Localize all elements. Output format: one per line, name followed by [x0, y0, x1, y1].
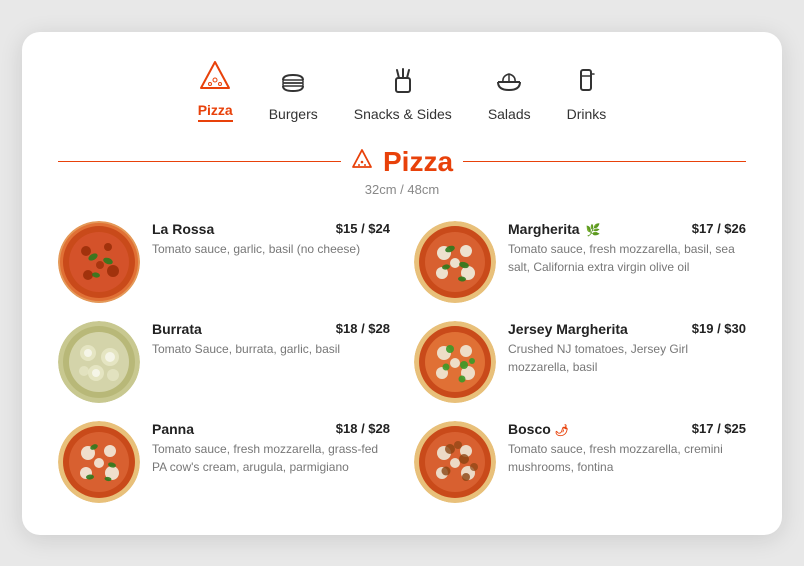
spicy-badge: 🌶 [555, 425, 569, 437]
name-price-row: Burrata $18 / $28 [152, 321, 390, 337]
veg-badge: 🌿 [585, 223, 600, 237]
nav-drinks-label: Drinks [567, 106, 607, 122]
burger-icon [277, 64, 309, 100]
divider-left [58, 161, 341, 163]
section-pizza-icon [351, 148, 373, 176]
menu-item-bosco: Bosco 🌶 $17 / $25 Tomato sauce, fresh mo… [414, 421, 746, 503]
pizza-image-bosco [414, 421, 496, 503]
menu-item-jersey-margherita: Jersey Margherita $19 / $30 Crushed NJ t… [414, 321, 746, 403]
divider-right [463, 161, 746, 163]
nav-drinks[interactable]: Drinks [567, 64, 607, 122]
pizza-icon [199, 60, 231, 96]
category-nav: Pizza Burgers Sn [58, 60, 746, 122]
pizza-image-jersey-margherita [414, 321, 496, 403]
nav-salads[interactable]: Salads [488, 64, 531, 122]
menu-item-margherita: Margherita 🌿 $17 / $26 Tomato sauce, fre… [414, 221, 746, 303]
name-price-row: La Rossa $15 / $24 [152, 221, 390, 237]
menu-item-burrata: Burrata $18 / $28 Tomato Sauce, burrata,… [58, 321, 390, 403]
name-price-row: Bosco 🌶 $17 / $25 [508, 421, 746, 437]
menu-item-info-jersey: Jersey Margherita $19 / $30 Crushed NJ t… [508, 321, 746, 376]
nav-snacks[interactable]: Snacks & Sides [354, 64, 452, 122]
menu-item-info-panna: Panna $18 / $28 Tomato sauce, fresh mozz… [152, 421, 390, 476]
drink-icon [570, 64, 602, 100]
pizza-image-panna [58, 421, 140, 503]
menu-item-info-margherita: Margherita 🌿 $17 / $26 Tomato sauce, fre… [508, 221, 746, 276]
name-price-row: Jersey Margherita $19 / $30 [508, 321, 746, 337]
item-name: Panna [152, 421, 194, 437]
item-price: $17 / $25 [692, 421, 746, 436]
nav-salads-label: Salads [488, 106, 531, 122]
item-name: Bosco 🌶 [508, 421, 569, 437]
pizza-image-la-rossa [58, 221, 140, 303]
salad-icon [493, 64, 525, 100]
item-desc: Tomato sauce, fresh mozzarella, basil, s… [508, 240, 746, 276]
item-desc: Tomato sauce, fresh mozzarella, cremini … [508, 440, 746, 476]
item-price: $17 / $26 [692, 221, 746, 236]
item-desc: Tomato sauce, garlic, basil (no cheese) [152, 240, 390, 258]
pizza-image-burrata [58, 321, 140, 403]
item-price: $19 / $30 [692, 321, 746, 336]
menu-grid: La Rossa $15 / $24 Tomato sauce, garlic,… [58, 221, 746, 503]
item-price: $18 / $28 [336, 421, 390, 436]
section-header: Pizza [58, 146, 746, 178]
name-price-row: Panna $18 / $28 [152, 421, 390, 437]
menu-item-info-burrata: Burrata $18 / $28 Tomato Sauce, burrata,… [152, 321, 390, 358]
menu-card: Pizza Burgers Sn [22, 32, 782, 535]
nav-snacks-label: Snacks & Sides [354, 106, 452, 122]
nav-burgers-label: Burgers [269, 106, 318, 122]
item-name: Jersey Margherita [508, 321, 628, 337]
nav-pizza[interactable]: Pizza [198, 60, 233, 122]
nav-burgers[interactable]: Burgers [269, 64, 318, 122]
section-title: Pizza [383, 146, 453, 178]
section-subtitle: 32cm / 48cm [58, 182, 746, 197]
item-price: $15 / $24 [336, 221, 390, 236]
menu-item-la-rossa: La Rossa $15 / $24 Tomato sauce, garlic,… [58, 221, 390, 303]
item-desc: Tomato sauce, fresh mozzarella, grass-fe… [152, 440, 390, 476]
nav-pizza-label: Pizza [198, 102, 233, 122]
item-name: La Rossa [152, 221, 214, 237]
item-desc: Tomato Sauce, burrata, garlic, basil [152, 340, 390, 358]
menu-item-info-bosco: Bosco 🌶 $17 / $25 Tomato sauce, fresh mo… [508, 421, 746, 476]
item-desc: Crushed NJ tomatoes, Jersey Girl mozzare… [508, 340, 746, 376]
menu-item-info-la-rossa: La Rossa $15 / $24 Tomato sauce, garlic,… [152, 221, 390, 258]
pizza-image-margherita [414, 221, 496, 303]
item-name: Burrata [152, 321, 202, 337]
fries-icon [387, 64, 419, 100]
item-name: Margherita 🌿 [508, 221, 600, 237]
name-price-row: Margherita 🌿 $17 / $26 [508, 221, 746, 237]
menu-item-panna: Panna $18 / $28 Tomato sauce, fresh mozz… [58, 421, 390, 503]
item-price: $18 / $28 [336, 321, 390, 336]
